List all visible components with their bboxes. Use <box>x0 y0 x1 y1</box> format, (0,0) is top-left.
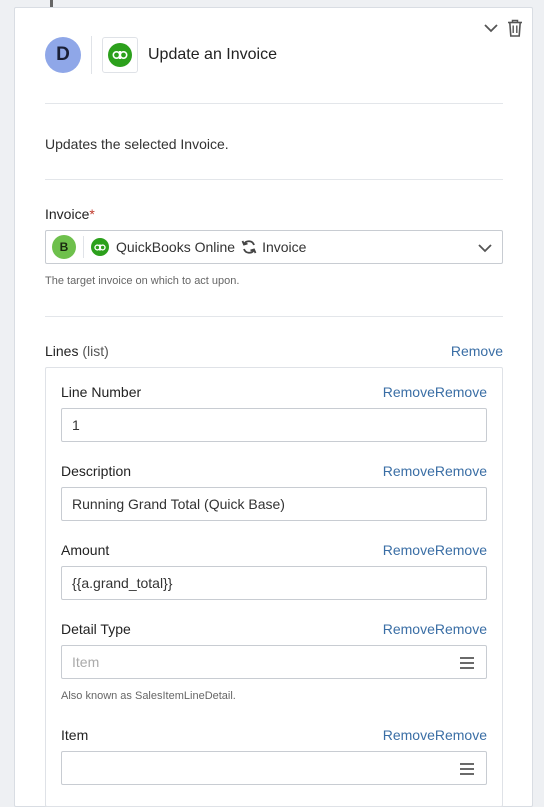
select-divider <box>83 236 84 258</box>
connector-line <box>50 0 53 7</box>
remove-amount-button[interactable]: RemoveRemove <box>383 542 487 558</box>
app-badge <box>102 37 138 73</box>
hamburger-icon[interactable] <box>460 656 474 672</box>
invoice-select[interactable]: B QuickBooks Online Invoice <box>45 230 503 264</box>
detail-type-help-text: Also known as SalesItemLineDetail. <box>61 690 236 702</box>
invoice-field-label: Invoice* <box>45 206 95 222</box>
trash-icon[interactable] <box>505 18 525 38</box>
line-item-group: Line Number RemoveRemove 1 Description R… <box>45 367 503 807</box>
line-number-input[interactable]: 1 <box>61 408 487 442</box>
module-card: D Update an Invoice Updates the selected… <box>14 7 533 807</box>
amount-value: {{a.grand_total}} <box>72 575 173 591</box>
remove-detail-type-button[interactable]: RemoveRemove <box>383 621 487 637</box>
divider <box>45 316 503 317</box>
chevron-down-icon <box>478 240 492 258</box>
divider <box>45 179 503 180</box>
detail-type-label: Detail Type <box>61 621 131 637</box>
detail-type-placeholder: Item <box>72 654 100 670</box>
hamburger-icon[interactable] <box>460 762 474 778</box>
divider <box>45 103 503 104</box>
remove-line-number-button[interactable]: RemoveRemove <box>383 384 487 400</box>
remove-item-button[interactable]: RemoveRemove <box>383 727 487 743</box>
amount-label: Amount <box>61 542 110 558</box>
lines-label-text: Lines <box>45 343 79 359</box>
connection-avatar: B <box>52 235 76 259</box>
item-label: Item <box>61 727 89 743</box>
app-name: QuickBooks Online <box>116 239 236 255</box>
quickbooks-icon <box>91 238 109 256</box>
invoice-label-text: Invoice <box>45 206 90 222</box>
remove-description-button[interactable]: RemoveRemove <box>383 463 487 479</box>
required-marker: * <box>89 206 95 222</box>
object-name: Invoice <box>262 239 307 255</box>
module-avatar: D <box>45 37 81 73</box>
quickbooks-icon <box>108 43 132 67</box>
module-title: Update an Invoice <box>148 46 277 63</box>
remove-lines-button[interactable]: Remove <box>451 343 503 359</box>
description-input[interactable]: Running Grand Total (Quick Base) <box>61 487 487 521</box>
detail-type-select[interactable]: Item <box>61 645 487 679</box>
header-divider <box>91 36 92 74</box>
amount-input[interactable]: {{a.grand_total}} <box>61 566 487 600</box>
lines-label: Lines (list) <box>45 343 109 359</box>
module-description: Updates the selected Invoice. <box>45 136 229 152</box>
lines-type-hint: (list) <box>82 343 109 359</box>
module-header: D Update an Invoice <box>45 36 277 74</box>
sync-icon <box>241 239 257 255</box>
line-number-value: 1 <box>72 417 80 433</box>
invoice-help-text: The target invoice on which to act upon. <box>45 275 240 287</box>
line-number-label: Line Number <box>61 384 142 400</box>
chevron-down-icon[interactable] <box>481 18 501 38</box>
item-select[interactable] <box>61 751 487 785</box>
description-value: Running Grand Total (Quick Base) <box>72 496 285 512</box>
description-label: Description <box>61 463 132 479</box>
